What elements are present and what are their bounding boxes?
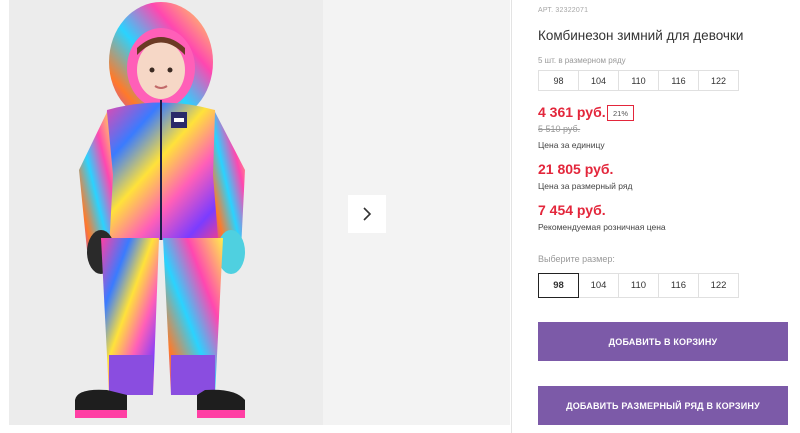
- size-option-116[interactable]: 116: [658, 273, 699, 298]
- choose-size-label: Выберите размер:: [538, 254, 615, 264]
- add-series-to-cart-button[interactable]: ДОБАВИТЬ РАЗМЕРНЫЙ РЯД В КОРЗИНУ: [538, 386, 788, 425]
- add-to-cart-button[interactable]: ДОБАВИТЬ В КОРЗИНУ: [538, 322, 788, 361]
- series-size-116: 116: [658, 70, 699, 91]
- retail-price: 7 454 руб.: [538, 202, 606, 218]
- series-size-104: 104: [578, 70, 619, 91]
- unit-price: 4 361 руб.: [538, 104, 606, 120]
- series-size-122: 122: [698, 70, 739, 91]
- snowsuit-illustration: [9, 0, 323, 425]
- article-number: АРТ. 32322071: [538, 7, 589, 14]
- product-photo[interactable]: [9, 0, 323, 425]
- size-selector: 98 104 110 116 122: [538, 273, 739, 298]
- old-price: 5 510 руб.: [538, 124, 581, 134]
- next-image-button[interactable]: [348, 195, 386, 233]
- series-price: 21 805 руб.: [538, 161, 614, 177]
- series-size-98: 98: [538, 70, 579, 91]
- product-gallery: [0, 0, 512, 433]
- product-info-panel: АРТ. 32322071 Комбинезон зимний для дево…: [538, 0, 800, 433]
- size-option-104[interactable]: 104: [578, 273, 619, 298]
- series-price-label: Цена за размерный ряд: [538, 181, 633, 191]
- panel-divider: [511, 0, 512, 433]
- unit-price-label: Цена за единицу: [538, 140, 605, 150]
- size-option-98[interactable]: 98: [538, 273, 579, 298]
- series-size-label: 5 шт. в размерном ряду: [538, 56, 626, 65]
- series-size-110: 110: [618, 70, 659, 91]
- product-title: Комбинезон зимний для девочки: [538, 28, 744, 43]
- discount-badge: 21%: [607, 105, 634, 121]
- size-option-110[interactable]: 110: [618, 273, 659, 298]
- size-option-122[interactable]: 122: [698, 273, 739, 298]
- chevron-right-icon: [363, 207, 372, 221]
- retail-price-label: Рекомендуемая розничная цена: [538, 222, 666, 232]
- series-sizes: 98 104 110 116 122: [538, 70, 739, 91]
